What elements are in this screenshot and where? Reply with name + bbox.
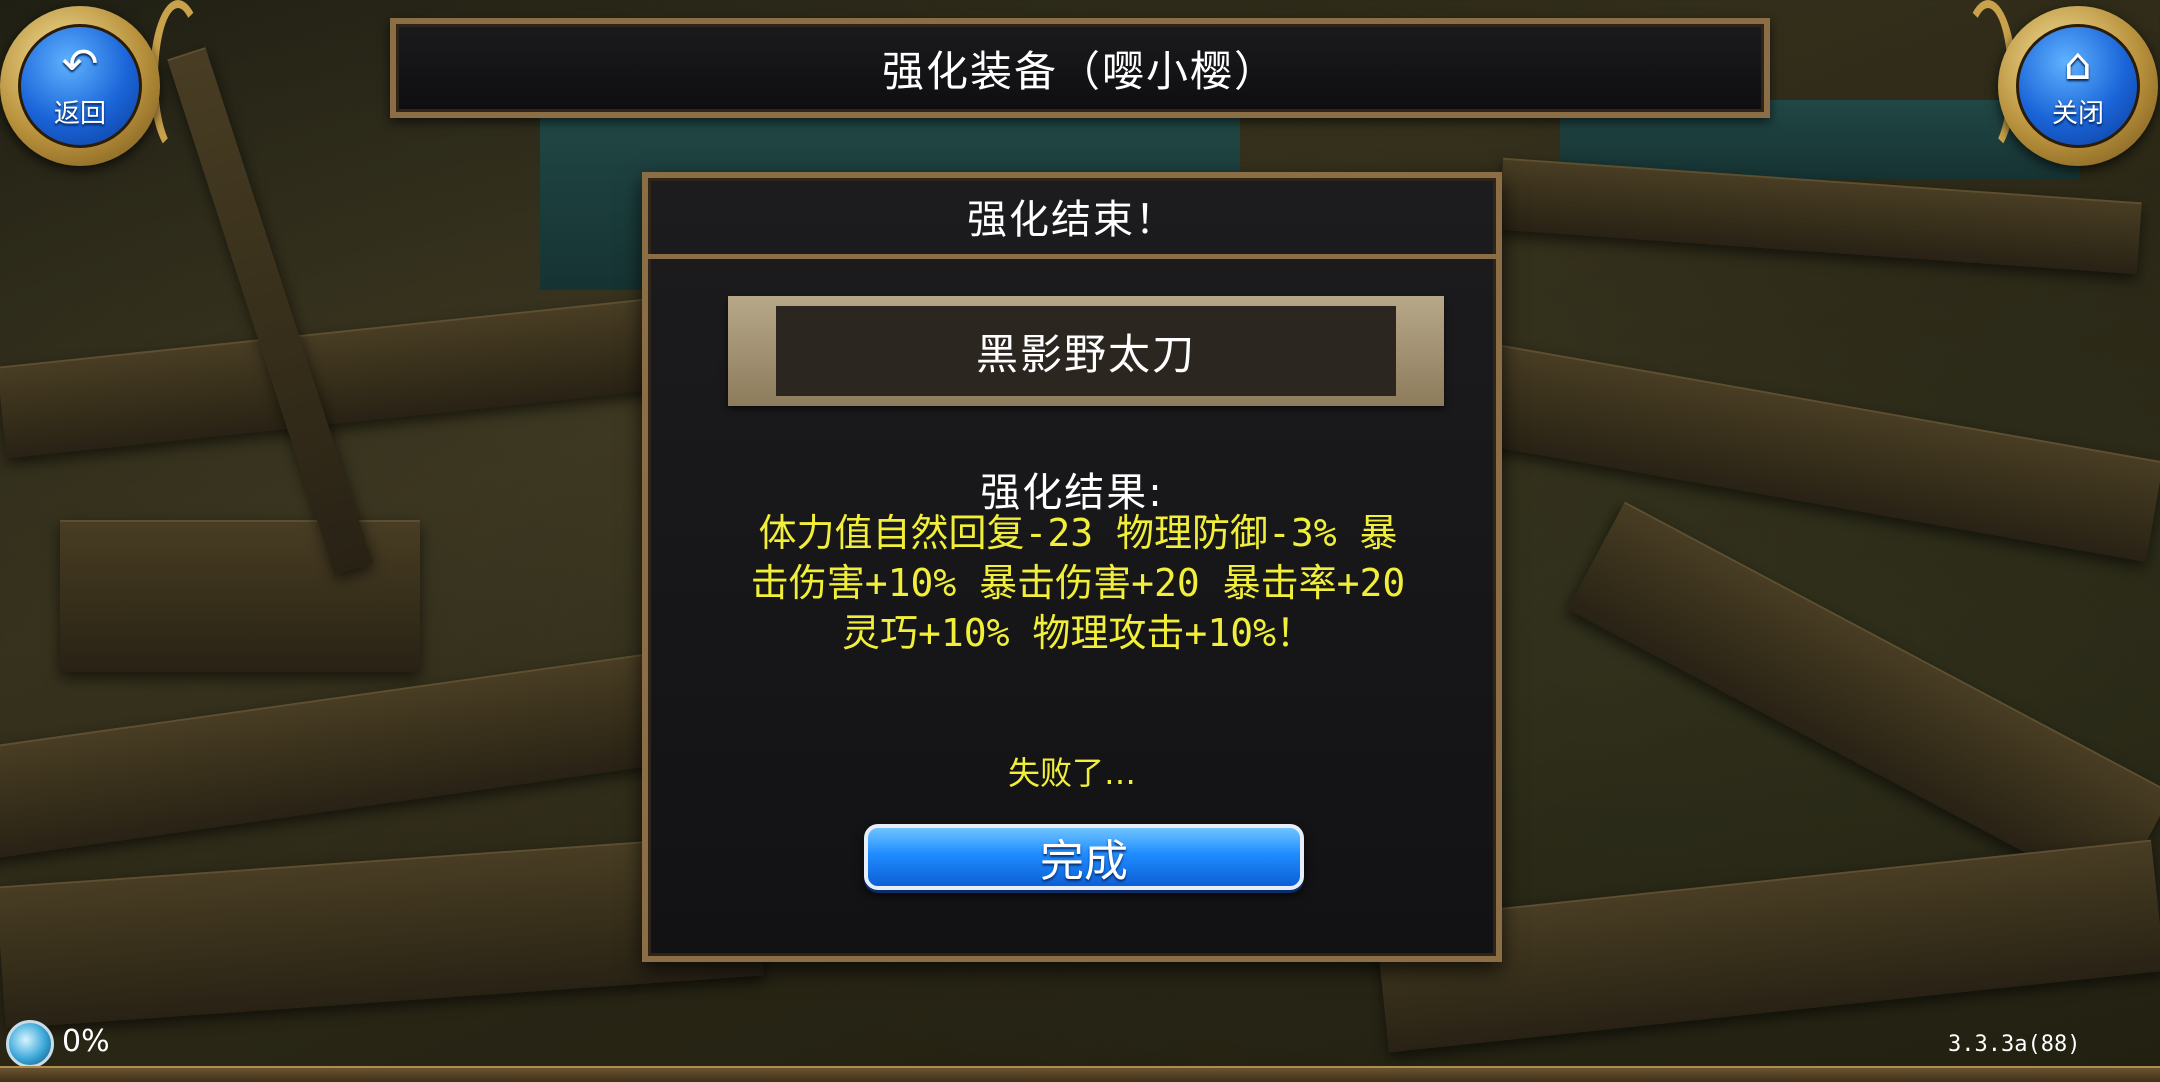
dialog-title: 强化结束！ — [967, 197, 1177, 243]
result-line: 体力值自然回复-23 物理防御-3% 暴 — [758, 511, 1398, 555]
back-button[interactable]: ↶ 返回 — [0, 6, 160, 166]
home-icon: ⌂ — [2064, 38, 2092, 90]
done-button[interactable]: 完成 — [864, 824, 1304, 890]
enhance-result-dialog: 强化结束！ 黑影野太刀 强化结果: 体力值自然回复-23 物理防御-3% 暴 击… — [642, 172, 1502, 962]
status-text: 失败了… — [1007, 754, 1136, 792]
page-title: 强化装备（嘤小樱） — [881, 46, 1278, 96]
result-line: 灵巧+10% 物理攻击+10%！ — [842, 611, 1314, 655]
close-button[interactable]: ⌂ 关闭 — [1998, 6, 2158, 166]
item-name-plate: 黑影野太刀 — [728, 296, 1444, 406]
version-label: 3.3.3a(88) — [1948, 1032, 2081, 1057]
loading-orb-icon — [6, 1020, 54, 1068]
title-bar: 强化装备（嘤小樱） — [390, 18, 1770, 118]
back-button-label: 返回 — [53, 98, 106, 129]
progress-percent: 0% — [62, 1024, 110, 1059]
dialog-header: 强化结束！ — [648, 178, 1496, 259]
item-name: 黑影野太刀 — [975, 329, 1196, 379]
close-button-label: 关闭 — [2051, 98, 2104, 129]
result-line: 击伤害+10% 暴击伤害+20 暴击率+20 — [750, 561, 1406, 605]
done-button-label: 完成 — [1040, 836, 1128, 887]
back-arrow-icon: ↶ — [61, 38, 99, 90]
result-stats: 体力值自然回复-23 物理防御-3% 暴 击伤害+10% 暴击伤害+20 暴击率… — [688, 508, 1468, 658]
